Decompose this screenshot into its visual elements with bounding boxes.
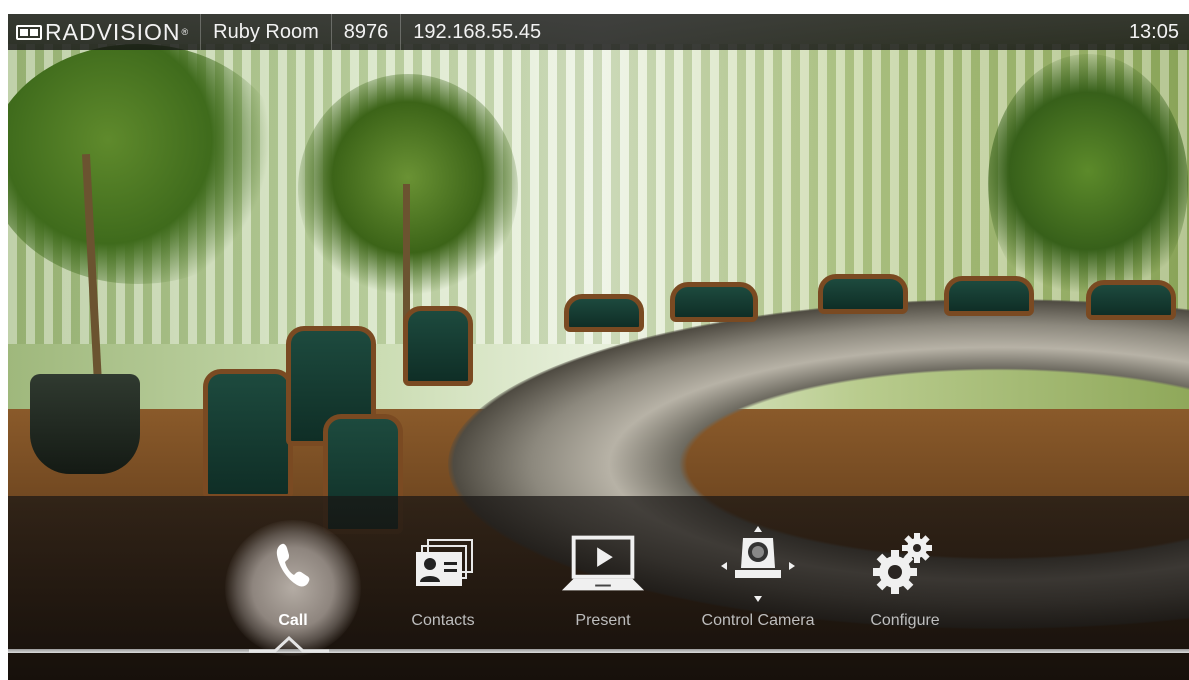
status-bar: RADVISION ® Ruby Room 8976 192.168.55.45… [8,14,1189,50]
selection-pointer [249,635,329,653]
menu-item-label: Configure [870,612,940,629]
menu-item-label: Call [278,612,308,629]
menu-item-control-camera[interactable]: Control Camera [683,504,833,654]
ip-address: 192.168.55.45 [413,20,542,43]
menu-item-call[interactable]: Call [218,504,368,656]
menu-item-label: Present [575,612,631,629]
video-screen: RADVISION ® Ruby Room 8976 192.168.55.45… [8,14,1189,680]
phone-icon [248,524,338,604]
camera-control-icon [713,524,803,604]
menu-rail [8,649,1189,653]
clock: 13:05 [1128,20,1179,43]
brand-name: RADVISION [45,18,181,45]
room-name: Ruby Room [213,20,319,43]
brand-mark-icon [16,24,42,40]
registered-mark: ® [181,27,189,37]
contacts-icon [398,524,488,604]
main-menu-dock: Call Contacts Present Control Camera Con… [8,496,1189,680]
main-menu: Call Contacts Present Control Camera Con… [8,496,1189,656]
menu-item-label: Contacts [411,612,475,629]
present-laptop-icon [558,524,648,604]
menu-item-present[interactable]: Present [528,504,678,654]
extension-number: 8976 [343,20,389,43]
menu-item-label: Control Camera [701,612,815,629]
gears-icon [860,524,950,604]
menu-item-contacts[interactable]: Contacts [368,504,518,654]
brand-logo: RADVISION ® [8,14,200,50]
menu-item-configure[interactable]: Configure [830,504,980,654]
